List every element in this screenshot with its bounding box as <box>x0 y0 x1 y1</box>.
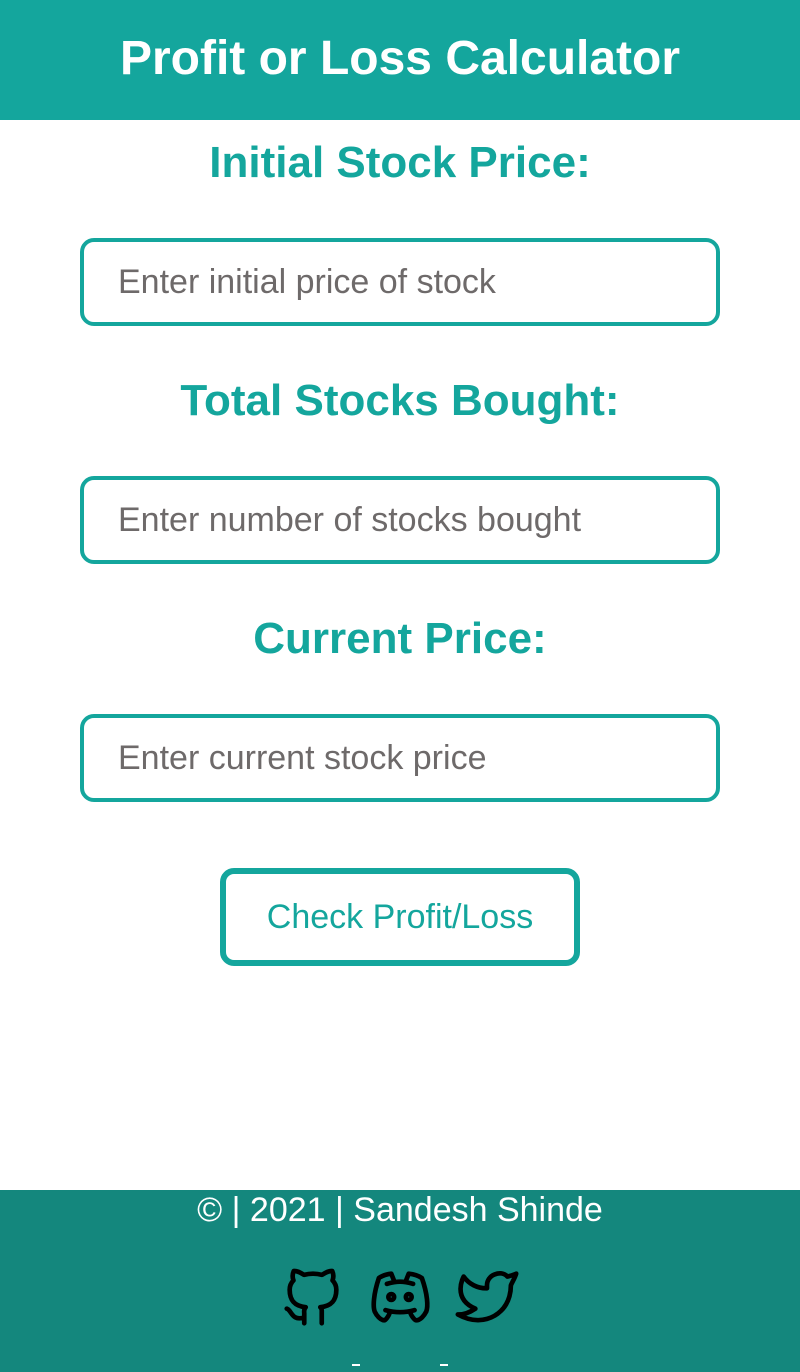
footer: © | 2021 | Sandesh Shinde <box>0 1190 800 1372</box>
page-title: Profit or Loss Calculator <box>119 31 681 85</box>
check-profit-loss-button[interactable]: Check Profit/Loss <box>220 868 580 966</box>
initial-price-input[interactable] <box>80 238 720 326</box>
copyright-text: © | 2021 | Sandesh Shinde <box>197 1191 603 1229</box>
link-underline <box>440 1364 448 1366</box>
github-link[interactable] <box>278 1262 348 1332</box>
github-icon <box>284 1268 339 1326</box>
stocks-bought-input[interactable] <box>80 476 720 564</box>
current-price-label: Current Price: <box>253 614 547 663</box>
discord-icon <box>371 1271 430 1323</box>
twitter-icon <box>455 1271 519 1323</box>
link-underline <box>352 1364 360 1366</box>
twitter-link[interactable] <box>452 1262 522 1332</box>
stocks-bought-label: Total Stocks Bought: <box>180 376 620 425</box>
initial-price-label: Initial Stock Price: <box>209 138 591 187</box>
current-price-input[interactable] <box>80 714 720 802</box>
discord-link[interactable] <box>365 1262 435 1332</box>
app-header: Profit or Loss Calculator <box>0 0 800 120</box>
